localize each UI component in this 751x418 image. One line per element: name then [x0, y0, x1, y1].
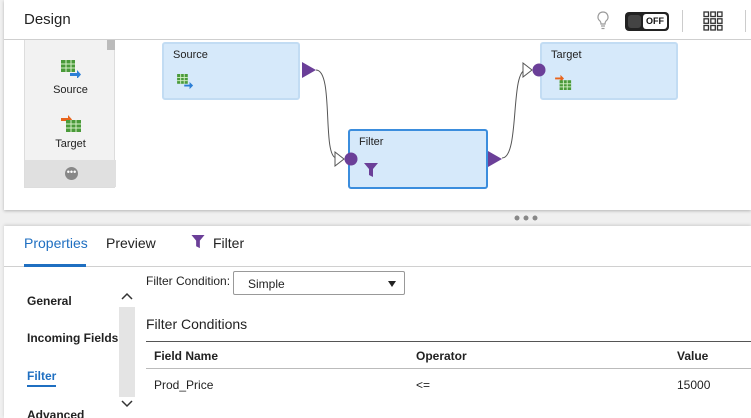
properties-panel: Properties Preview Filter General Incomi… [4, 226, 751, 418]
nav-item-filter[interactable]: Filter [27, 369, 57, 387]
tab-preview[interactable]: Preview [106, 235, 156, 251]
chevron-up-icon[interactable] [121, 291, 133, 301]
input-port-icon[interactable] [522, 62, 546, 78]
node-label: Filter [359, 136, 384, 148]
nav-item-advanced[interactable]: Advanced [27, 405, 84, 418]
output-port-icon[interactable] [302, 62, 316, 78]
column-header[interactable]: Operator [416, 349, 467, 363]
operator-cell[interactable]: <= [416, 378, 430, 392]
target-node[interactable]: Target [540, 42, 678, 100]
value-cell[interactable]: 15000 [677, 378, 710, 392]
filter-condition-select[interactable]: Simple [233, 271, 405, 295]
properties-tabs: Properties Preview Filter [4, 226, 751, 267]
filter-icon [364, 163, 378, 177]
source-table-icon [177, 74, 194, 90]
column-header[interactable]: Value [677, 349, 708, 363]
filter-condition-label: Filter Condition: [146, 274, 231, 288]
select-value: Simple [248, 277, 285, 291]
node-label: Source [173, 49, 208, 61]
design-panel: Design OFF Source Target ••• Source Filt… [4, 0, 751, 210]
input-port-icon[interactable] [334, 151, 358, 167]
nav-item-incoming-fields[interactable]: Incoming Fields [27, 331, 118, 345]
filter-node[interactable]: Filter [348, 129, 488, 189]
source-node[interactable]: Source [162, 42, 300, 100]
filter-properties-content: Filter Condition: Simple Filter Conditio… [146, 267, 751, 418]
node-label: Target [551, 49, 582, 61]
sidenav-scrollbar[interactable] [118, 267, 136, 418]
tab-properties[interactable]: Properties [24, 235, 88, 251]
table-row[interactable]: Prod_Price <= 15000 [146, 369, 751, 399]
column-header[interactable]: Field Name [154, 349, 218, 363]
table-header: Field Name Operator Value [146, 341, 751, 369]
target-table-icon [555, 74, 572, 90]
field-name-cell[interactable]: Prod_Price [154, 378, 213, 392]
filter-icon [191, 235, 205, 249]
section-title: Filter Conditions [146, 316, 248, 332]
panel-resize-handle[interactable] [513, 214, 541, 222]
caret-down-icon [388, 281, 396, 287]
chevron-down-icon[interactable] [121, 399, 133, 409]
output-port-icon[interactable] [488, 151, 502, 167]
selected-object-title: Filter [213, 235, 245, 251]
nav-item-general[interactable]: General [27, 294, 72, 308]
scrollbar-thumb[interactable] [119, 307, 135, 397]
